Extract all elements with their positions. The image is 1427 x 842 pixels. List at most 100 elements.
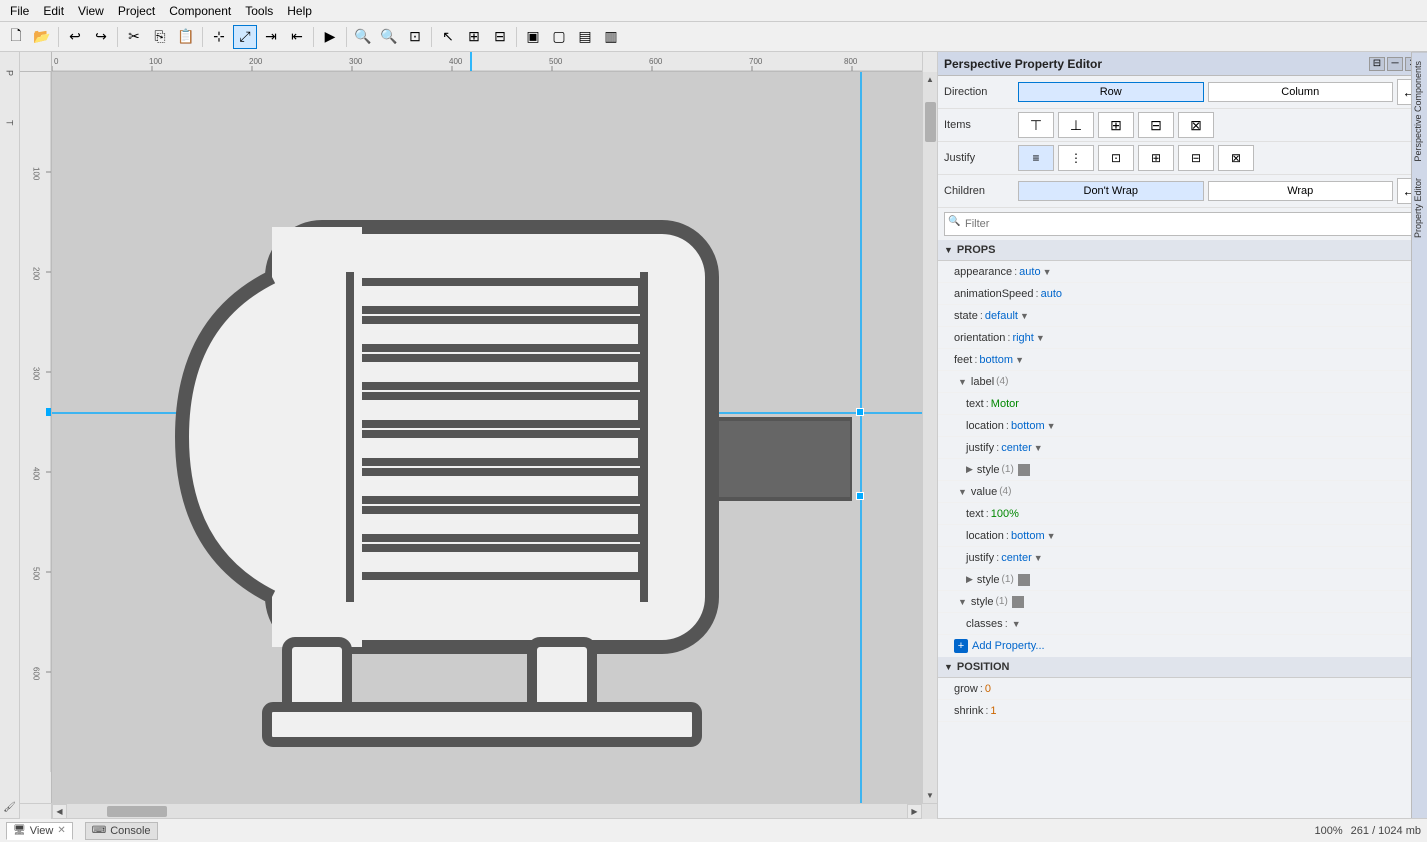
pointer-button[interactable]: ↖ [436, 25, 460, 49]
value-location-dropdown-icon[interactable]: ▼ [1047, 531, 1056, 541]
children-nowrap-btn[interactable]: Don't Wrap [1018, 181, 1204, 201]
paste-button[interactable]: 📋 [174, 25, 198, 49]
zoom-out-button[interactable]: 🔍 [377, 25, 401, 49]
vtab-property-editor[interactable]: Property Editor [1412, 170, 1427, 246]
vtab-perspective-components[interactable]: Perspective Components [1412, 52, 1427, 170]
menu-component[interactable]: Component [163, 2, 237, 20]
justify-btn-1[interactable]: ⋮ [1058, 145, 1094, 171]
children-row: Children Don't Wrap Wrap ↔ [938, 175, 1427, 208]
items-btn-2[interactable]: ⊞ [1098, 112, 1134, 138]
ruler-vertical: 100 100 200 300 400 500 600 [20, 72, 52, 803]
items-btn-1[interactable]: ⊥ [1058, 112, 1094, 138]
label-expand-icon[interactable]: ▼ [958, 377, 967, 387]
label-style-expand-icon[interactable]: ▶ [966, 464, 973, 475]
sidebar-project-icon[interactable]: P [1, 64, 19, 82]
cut-button[interactable]: ✂ [122, 25, 146, 49]
panel-restore-btn[interactable]: ⊟ [1369, 57, 1385, 71]
prop-style-group[interactable]: ▼ style (1) [938, 591, 1427, 613]
menu-project[interactable]: Project [112, 2, 161, 20]
style-expand-icon[interactable]: ▼ [958, 597, 967, 607]
prop-label-style[interactable]: ▶ style (1) [938, 459, 1427, 481]
justify-btn-5[interactable]: ⊠ [1218, 145, 1254, 171]
orientation-dropdown-icon[interactable]: ▼ [1036, 333, 1045, 343]
items-btn-3[interactable]: ⊟ [1138, 112, 1174, 138]
justify-btn-2[interactable]: ⊡ [1098, 145, 1134, 171]
select-button[interactable]: ⊹ [207, 25, 231, 49]
canvas-handle-mid[interactable] [856, 492, 864, 500]
label-location-dropdown-icon[interactable]: ▼ [1047, 421, 1056, 431]
menu-view[interactable]: View [72, 2, 110, 20]
menu-edit[interactable]: Edit [37, 2, 70, 20]
appearance-dropdown-icon[interactable]: ▼ [1043, 267, 1052, 277]
comp1-button[interactable]: ▣ [521, 25, 545, 49]
add-property-btn[interactable]: + Add Property... [938, 635, 1427, 657]
highlight-line-v [860, 72, 862, 803]
panel-minimize-btn[interactable]: ─ [1387, 57, 1403, 71]
open-button[interactable]: 📂 [30, 25, 54, 49]
move-button[interactable]: ⤢ [233, 25, 257, 49]
svg-text:0: 0 [54, 57, 59, 66]
position-section-header[interactable]: ▼ POSITION [938, 657, 1427, 678]
play-button[interactable]: ▶ [318, 25, 342, 49]
new-button[interactable]: 🗋 [4, 25, 28, 49]
children-wrap-btn[interactable]: Wrap [1208, 181, 1394, 201]
direction-row: Direction Row Column ↔ [938, 76, 1427, 109]
pan1-button[interactable]: ⊞ [462, 25, 486, 49]
filter-input[interactable] [944, 212, 1421, 236]
zoom-fit-button[interactable]: ⊡ [403, 25, 427, 49]
scroll-thumb-h[interactable] [107, 806, 167, 817]
justify-btn-0[interactable]: ≡ [1018, 145, 1054, 171]
view-tab[interactable]: 🖥 View ✕ [6, 822, 73, 840]
sidebar-paint-icon[interactable]: 🖌 [1, 798, 19, 816]
prop-label-group[interactable]: ▼ label (4) [938, 371, 1427, 393]
scroll-thumb-v[interactable] [925, 102, 936, 142]
items-btn-4[interactable]: ⊠ [1178, 112, 1214, 138]
comp2-button[interactable]: ▢ [547, 25, 571, 49]
console-tab[interactable]: ⌨ Console [85, 822, 158, 840]
view-tab-close-icon[interactable]: ✕ [57, 825, 65, 836]
view-tab-icon: 🖥 [13, 825, 26, 836]
zoom-in-button[interactable]: 🔍 [351, 25, 375, 49]
right-vtabs: Perspective Components Property Editor [1411, 52, 1427, 818]
canvas-handle-top[interactable] [856, 408, 864, 416]
pan2-button[interactable]: ⊟ [488, 25, 512, 49]
comp4-button[interactable]: ▥ [599, 25, 623, 49]
route1-button[interactable]: ⇥ [259, 25, 283, 49]
scrollbar-h-track[interactable] [67, 804, 907, 818]
menu-file[interactable]: File [4, 2, 35, 20]
value-expand-icon[interactable]: ▼ [958, 487, 967, 497]
menu-help[interactable]: Help [281, 2, 318, 20]
scroll-up-arrow[interactable]: ▲ [923, 72, 938, 87]
direction-row-btn[interactable]: Row [1018, 82, 1204, 102]
items-btn-0[interactable]: ⊤ [1018, 112, 1054, 138]
sidebar-tags-icon[interactable]: T [1, 114, 19, 132]
copy-button[interactable]: ⎘ [148, 25, 172, 49]
label-justify-dropdown-icon[interactable]: ▼ [1034, 443, 1043, 453]
svg-text:100: 100 [149, 57, 163, 66]
value-justify-dropdown-icon[interactable]: ▼ [1034, 553, 1043, 563]
state-dropdown-icon[interactable]: ▼ [1020, 311, 1029, 321]
scroll-right-arrow[interactable]: ▶ [907, 804, 922, 819]
console-tab-container: ⌨ Console [85, 822, 158, 840]
canvas-area[interactable] [52, 72, 922, 803]
scrollbar-vertical[interactable]: ▲ ▼ [922, 72, 937, 803]
justify-btn-3[interactable]: ⊞ [1138, 145, 1174, 171]
scroll-down-arrow[interactable]: ▼ [923, 788, 938, 803]
prop-animation-speed: animationSpeed : auto [938, 283, 1427, 305]
justify-btn-4[interactable]: ⊟ [1178, 145, 1214, 171]
classes-dropdown-icon[interactable]: ▼ [1012, 619, 1021, 629]
props-arrow-icon: ▼ [944, 245, 953, 255]
value-style-expand-icon[interactable]: ▶ [966, 574, 973, 585]
undo-button[interactable]: ↩ [63, 25, 87, 49]
feet-dropdown-icon[interactable]: ▼ [1015, 355, 1024, 365]
svg-text:500: 500 [549, 57, 563, 66]
scroll-left-arrow[interactable]: ◀ [52, 804, 67, 819]
props-section-header[interactable]: ▼ PROPS [938, 240, 1427, 261]
direction-column-btn[interactable]: Column [1208, 82, 1394, 102]
prop-value-style[interactable]: ▶ style (1) [938, 569, 1427, 591]
route2-button[interactable]: ⇤ [285, 25, 309, 49]
redo-button[interactable]: ↪ [89, 25, 113, 49]
comp3-button[interactable]: ▤ [573, 25, 597, 49]
menu-tools[interactable]: Tools [239, 2, 279, 20]
prop-value-group[interactable]: ▼ value (4) [938, 481, 1427, 503]
